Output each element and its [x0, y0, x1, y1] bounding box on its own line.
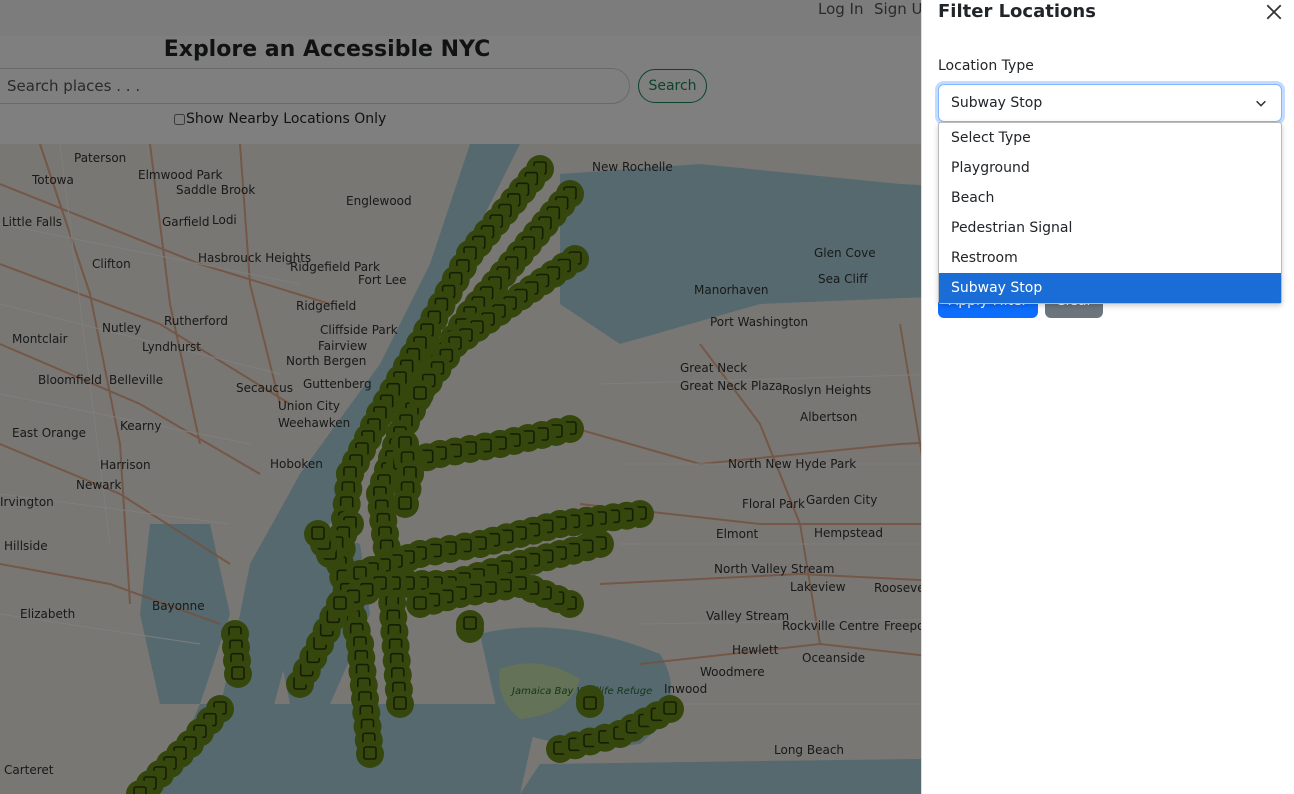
close-icon [1266, 4, 1282, 19]
close-button[interactable] [1262, 1, 1286, 25]
filter-panel: Filter Locations Location Type Subway St… [921, 0, 1294, 794]
option-restroom[interactable]: Restroom [939, 243, 1281, 273]
location-type-select[interactable]: Subway Stop [938, 84, 1282, 122]
option-playground[interactable]: Playground [939, 153, 1281, 183]
option-select-type[interactable]: Select Type [939, 123, 1281, 153]
selected-type: Subway Stop [951, 95, 1043, 111]
location-type-label: Location Type [938, 58, 1034, 74]
chevron-down-icon [1256, 100, 1266, 107]
option-beach[interactable]: Beach [939, 183, 1281, 213]
option-pedestrian-signal[interactable]: Pedestrian Signal [939, 213, 1281, 243]
location-type-dropdown: Select Type Playground Beach Pedestrian … [938, 122, 1282, 304]
option-subway-stop[interactable]: Subway Stop [939, 273, 1281, 303]
panel-title: Filter Locations [938, 1, 1096, 22]
